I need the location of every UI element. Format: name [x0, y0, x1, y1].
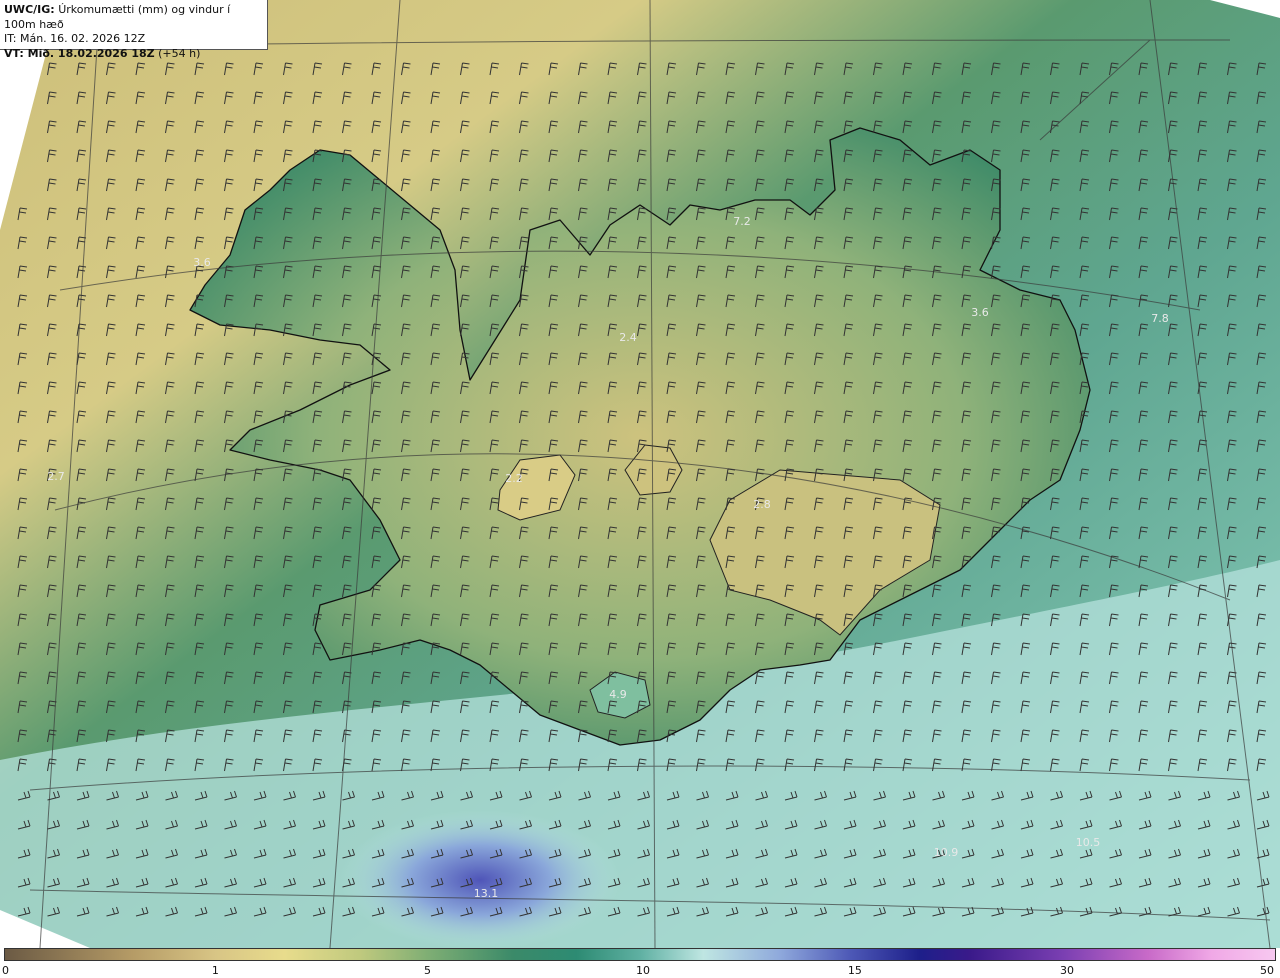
precip-label-8: 4.9	[609, 688, 627, 701]
precip-label-4: 3.6	[971, 306, 989, 319]
lead-time: (+54 h)	[158, 46, 201, 60]
precipitation-map: 3.6 2.7 2.4 7.2 3.6 7.8 2.2 2.8 4.9 13.1 10.9 10.5	[0, 0, 1280, 948]
map-info-box: UWC/IG: Úrkomumætti (mm) og vindur í 100…	[0, 0, 268, 60]
precip-label-2: 2.4	[619, 331, 637, 344]
precip-label-0: 3.6	[193, 256, 211, 269]
precip-label-11: 10.5	[1076, 836, 1101, 849]
colorbar-tick-5: 5	[423, 964, 431, 977]
precip-label-6: 2.2	[505, 472, 523, 485]
precip-label-7: 2.8	[753, 498, 771, 511]
colorbar: 0 1 5 10 15 30 50	[0, 948, 1280, 978]
colorbar-tick-0: 0	[2, 964, 9, 977]
precip-label-9: 13.1	[474, 887, 499, 900]
precip-label-1: 2.7	[47, 470, 65, 483]
colorbar-tick-30: 30	[1059, 964, 1074, 977]
precip-label-5: 7.8	[1151, 312, 1169, 325]
colorbar-tick-15: 15	[847, 964, 862, 977]
colorbar-tick-1: 1	[211, 964, 219, 977]
initial-time: IT: Mán. 16. 02. 2026 12Z	[4, 32, 146, 45]
colorbar-tick-10: 10	[636, 964, 650, 977]
valid-time: VT: Mið. 18.02.2026 18Z	[4, 46, 155, 60]
precip-label-10: 10.9	[934, 846, 959, 859]
model-name: UWC/IG:	[4, 3, 55, 16]
precip-label-3: 7.2	[733, 215, 751, 228]
colorbar-tick-50: 50	[1260, 964, 1274, 977]
colorbar-strip	[4, 948, 1276, 961]
